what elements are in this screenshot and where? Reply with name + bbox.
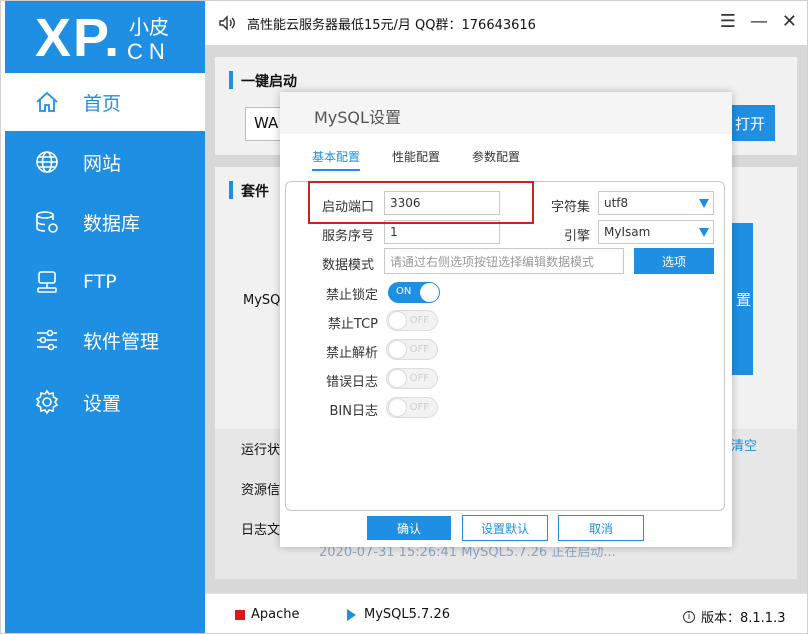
toggle-state: OFF	[409, 344, 429, 355]
section-quick-start-title: 一键启动	[229, 71, 297, 91]
engine-select[interactable]: MyIsam	[598, 220, 714, 244]
section-suite-title: 套件	[229, 181, 269, 201]
data-mode-input[interactable]: 请通过右侧选项按钮选择编辑数据模式	[384, 248, 624, 274]
resource-label: 资源信	[241, 483, 281, 498]
sidebar: XP. 小皮 CN 首页 网站 数据库 FTP 软件管理 设置	[5, 1, 205, 633]
lock-toggle[interactable]: ON	[388, 282, 440, 303]
toggle-label: 禁止TCP	[327, 317, 378, 332]
sidebar-item-ftp[interactable]: FTP	[5, 253, 205, 311]
running-icon	[347, 608, 356, 621]
set-default-button[interactable]: 设置默认	[462, 515, 548, 541]
sliders-icon	[33, 326, 61, 354]
apache-status: Apache	[235, 607, 300, 622]
sidebar-item-software[interactable]: 软件管理	[5, 311, 205, 369]
sidebar-item-label: 软件管理	[83, 330, 160, 353]
home-icon	[33, 88, 61, 116]
toggle-knob	[388, 311, 407, 330]
confirm-button[interactable]: 确认	[367, 516, 451, 540]
minimize-icon[interactable]: —	[750, 11, 768, 32]
statusbar: Apache MySQL5.7.26 i 版本：8.1.1.3	[205, 593, 807, 633]
toggle-knob	[388, 369, 407, 388]
toggle-state: ON	[396, 286, 412, 297]
mysql-label: MySQL5.7.26	[364, 607, 450, 622]
sidebar-item-label: 网站	[83, 152, 122, 175]
titlebar: 高性能云服务器最低15元/月 QQ群：176643616 ☰ — ✕	[205, 1, 807, 45]
chevron-down-icon	[699, 199, 709, 208]
mysql-row-label: MySQ	[243, 293, 281, 308]
dialog-tabs: 基本配置 性能配置 参数配置	[312, 148, 552, 171]
sidebar-item-database[interactable]: 数据库	[5, 193, 205, 251]
sidebar-item-settings[interactable]: 设置	[5, 373, 205, 431]
mysql-settings-dialog: MySQL设置 基本配置 性能配置 参数配置 启动端口 3306 字符集 utf…	[280, 92, 732, 547]
logo-main: XP.	[35, 8, 122, 68]
logo: XP. 小皮 CN	[5, 1, 205, 73]
sidebar-item-label: 数据库	[83, 212, 141, 235]
option-button[interactable]: 选项	[634, 248, 714, 274]
version-info: i 版本：8.1.1.3	[683, 607, 785, 626]
run-status-label: 运行状	[241, 443, 281, 458]
close-icon[interactable]: ✕	[782, 11, 797, 32]
speaker-icon	[217, 13, 237, 33]
menu-icon[interactable]: ☰	[720, 11, 736, 32]
tab-performance[interactable]: 性能配置	[392, 148, 440, 171]
window-controls: ☰ — ✕	[720, 11, 797, 32]
ftp-icon	[33, 268, 61, 296]
database-icon	[33, 208, 61, 236]
toggle-knob	[420, 283, 439, 302]
tcp-toggle[interactable]: OFF	[386, 310, 438, 331]
toggle-state: OFF	[409, 373, 429, 384]
sidebar-item-label: 设置	[83, 392, 122, 415]
sidebar-item-website[interactable]: 网站	[5, 133, 205, 191]
dialog-title: MySQL设置	[314, 108, 401, 127]
toggle-state: OFF	[409, 402, 429, 413]
toggle-label: BIN日志	[329, 404, 378, 419]
cancel-button[interactable]: 取消	[558, 515, 644, 541]
stopped-icon	[235, 609, 245, 620]
version-label: 版本：8.1.1.3	[701, 611, 786, 626]
data-mode-label: 数据模式	[321, 258, 374, 273]
sidebar-item-label: FTP	[83, 271, 117, 293]
toggle-label: 禁止锁定	[325, 288, 378, 303]
gear-icon	[33, 388, 61, 416]
engine-label: 引擎	[563, 229, 590, 244]
sidebar-item-home[interactable]: 首页	[5, 73, 205, 131]
toggle-state: OFF	[409, 315, 429, 326]
notice-text: 高性能云服务器最低15元/月 QQ群：176643616	[247, 17, 536, 33]
toggle-label: 错误日志	[325, 375, 378, 390]
tab-basic[interactable]: 基本配置	[312, 148, 361, 171]
sidebar-item-label: 首页	[83, 92, 122, 115]
bin-log-toggle[interactable]: OFF	[386, 397, 438, 418]
chevron-down-icon	[699, 228, 709, 237]
clear-link: 清空	[731, 439, 758, 454]
log-file-label: 日志文	[241, 523, 281, 538]
open-button: 打开	[725, 105, 775, 141]
error-log-toggle[interactable]: OFF	[386, 368, 438, 389]
charset-select[interactable]: utf8	[598, 191, 714, 215]
resolve-toggle[interactable]: OFF	[386, 339, 438, 360]
toggle-label: 禁止解析	[325, 346, 378, 361]
logo-small: 小皮	[129, 15, 169, 39]
tab-parameters[interactable]: 参数配置	[472, 148, 520, 171]
mysql-status: MySQL5.7.26	[347, 607, 450, 622]
wa-field: WA	[245, 107, 285, 141]
toggle-knob	[388, 398, 407, 417]
info-icon: i	[683, 610, 695, 623]
engine-value: MyIsam	[604, 225, 651, 239]
toggle-knob	[388, 340, 407, 359]
globe-icon	[33, 148, 61, 176]
port-highlight-box	[308, 181, 534, 224]
logo-cn: CN	[127, 39, 171, 64]
app-window: XP. 小皮 CN 首页 网站 数据库 FTP 软件管理 设置 高性能云服务器最…	[0, 0, 808, 634]
apache-label: Apache	[251, 607, 300, 622]
charset-value: utf8	[604, 196, 629, 210]
server-id-label: 服务序号	[321, 229, 374, 244]
